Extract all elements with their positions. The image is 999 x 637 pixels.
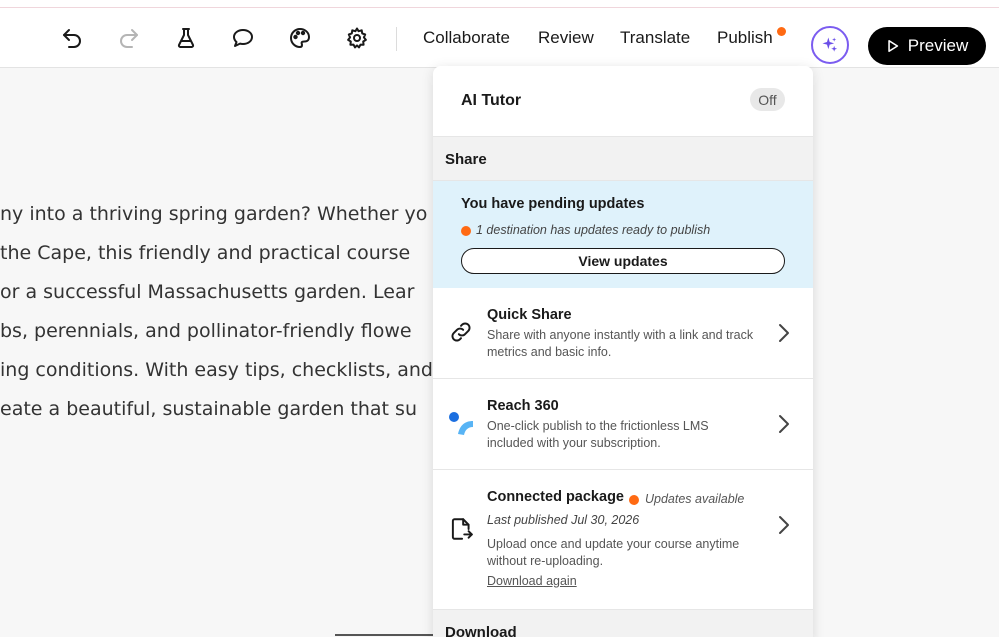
publish-panel: AI Tutor Off Share You have pending upda… [433, 66, 813, 637]
course-description: ny into a thriving spring garden? Whethe… [0, 195, 440, 429]
toolbar-divider [396, 27, 397, 51]
view-updates-button[interactable]: View updates [461, 248, 785, 274]
chevron-right-icon [779, 415, 789, 433]
share-header-label: Share [445, 151, 487, 168]
flask-icon[interactable] [171, 23, 201, 53]
quick-share-description: Share with anyone instantly with a link … [487, 328, 754, 359]
preview-label: Preview [907, 36, 969, 55]
comment-icon[interactable] [228, 23, 258, 53]
reach-360-item[interactable]: Reach 360 One-click publish to the frict… [433, 379, 813, 470]
download-again-link[interactable]: Download again [487, 574, 577, 588]
redo-icon[interactable] [114, 23, 144, 53]
publish-link[interactable]: Publish [717, 27, 773, 49]
download-section-header: Download [433, 610, 813, 637]
ai-assistant-button[interactable] [811, 26, 849, 64]
pending-title: You have pending updates [461, 196, 645, 212]
ai-tutor-label: AI Tutor [461, 92, 522, 109]
pending-status-dot [461, 226, 471, 236]
publish-notification-dot [777, 27, 786, 36]
package-status: Updates available [645, 492, 745, 506]
connected-package-title: Connected package [487, 489, 624, 505]
pending-subtitle: 1 destination has updates ready to publi… [476, 223, 711, 237]
preview-button[interactable]: Preview [868, 27, 986, 65]
reach-360-logo-icon [449, 412, 473, 435]
package-description: Upload once and update your course anyti… [487, 537, 740, 568]
quick-share-item[interactable]: Quick Share Share with anyone instantly … [433, 288, 813, 379]
package-status-dot [629, 495, 639, 505]
course-line: bs, perennials, and pollinator-friendly … [0, 320, 412, 342]
content-underline [335, 634, 435, 636]
package-last-published: Last published Jul 30, 2026 [487, 513, 640, 527]
course-line: the Cape, this friendly and practical co… [0, 242, 411, 264]
palette-icon[interactable] [285, 23, 315, 53]
ai-tutor-row: AI Tutor Off [433, 66, 813, 137]
pending-updates-banner: You have pending updates 1 destination h… [433, 181, 813, 288]
collaborate-link[interactable]: Collaborate [423, 27, 510, 49]
review-link[interactable]: Review [538, 27, 594, 49]
top-accent-line [0, 0, 999, 8]
reach-360-title: Reach 360 [487, 398, 559, 414]
play-icon [888, 39, 898, 53]
chevron-right-icon [779, 324, 789, 342]
course-line: ing conditions. With easy tips, checklis… [0, 359, 433, 381]
undo-icon[interactable] [57, 23, 87, 53]
gear-icon[interactable] [342, 23, 372, 53]
share-section-header: Share [433, 137, 813, 181]
course-line: eate a beautiful, sustainable garden tha… [0, 398, 417, 420]
quick-share-title: Quick Share [487, 307, 572, 323]
package-upload-icon [451, 518, 473, 540]
course-line: or a successful Massachusetts garden. Le… [0, 281, 415, 303]
connected-package-item[interactable]: Connected package Updates available Last… [433, 470, 813, 610]
chevron-right-icon [779, 516, 789, 534]
course-line: ny into a thriving spring garden? Whethe… [0, 203, 428, 225]
top-toolbar: Collaborate Review Translate Publish Pre… [0, 8, 999, 68]
link-icon [451, 322, 471, 342]
reach-360-description: One-click publish to the frictionless LM… [487, 419, 709, 450]
ai-tutor-toggle[interactable]: Off [750, 88, 785, 111]
translate-link[interactable]: Translate [620, 27, 690, 49]
sparkle-icon [822, 37, 838, 52]
download-header-label: Download [445, 624, 517, 637]
